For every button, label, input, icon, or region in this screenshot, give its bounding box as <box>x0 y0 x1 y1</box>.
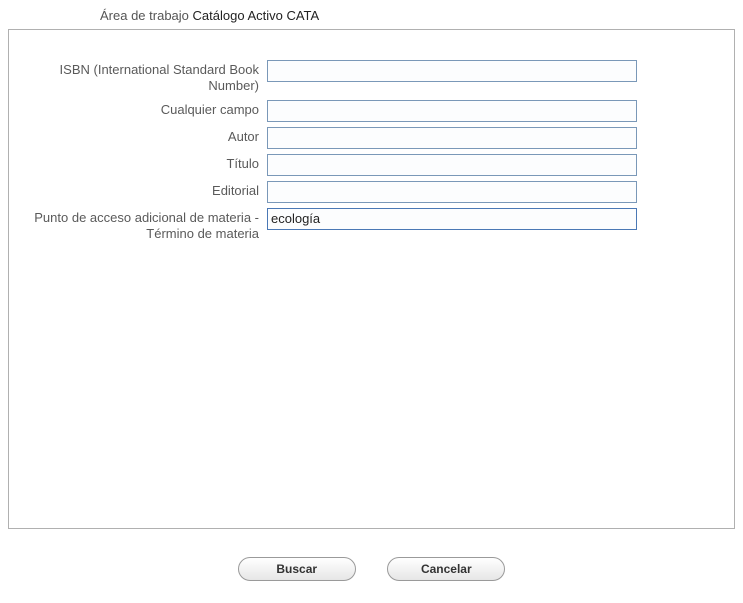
workspace-header: Área de trabajo Catálogo Activo CATA <box>0 0 743 29</box>
label-title: Título <box>9 154 267 172</box>
label-any-field: Cualquier campo <box>9 100 267 118</box>
label-subject: Punto de acceso adicional de materia - T… <box>9 208 267 243</box>
cancel-button[interactable]: Cancelar <box>387 557 505 581</box>
row-any-field: Cualquier campo <box>9 100 734 122</box>
label-author: Autor <box>9 127 267 145</box>
input-author[interactable] <box>267 127 637 149</box>
input-title[interactable] <box>267 154 637 176</box>
label-isbn: ISBN (International Standard Book Number… <box>9 60 267 95</box>
row-author: Autor <box>9 127 734 149</box>
active-catalog-name: Catálogo Activo CATA <box>193 8 320 23</box>
input-isbn[interactable] <box>267 60 637 82</box>
label-publisher: Editorial <box>9 181 267 199</box>
row-isbn: ISBN (International Standard Book Number… <box>9 60 734 95</box>
workspace-label: Área de trabajo <box>100 8 193 23</box>
input-subject[interactable] <box>267 208 637 230</box>
input-any-field[interactable] <box>267 100 637 122</box>
row-publisher: Editorial <box>9 181 734 203</box>
row-subject: Punto de acceso adicional de materia - T… <box>9 208 734 243</box>
search-form-panel: ISBN (International Standard Book Number… <box>8 29 735 529</box>
row-title: Título <box>9 154 734 176</box>
search-button[interactable]: Buscar <box>238 557 356 581</box>
input-publisher[interactable] <box>267 181 637 203</box>
button-bar: Buscar Cancelar <box>0 529 743 581</box>
